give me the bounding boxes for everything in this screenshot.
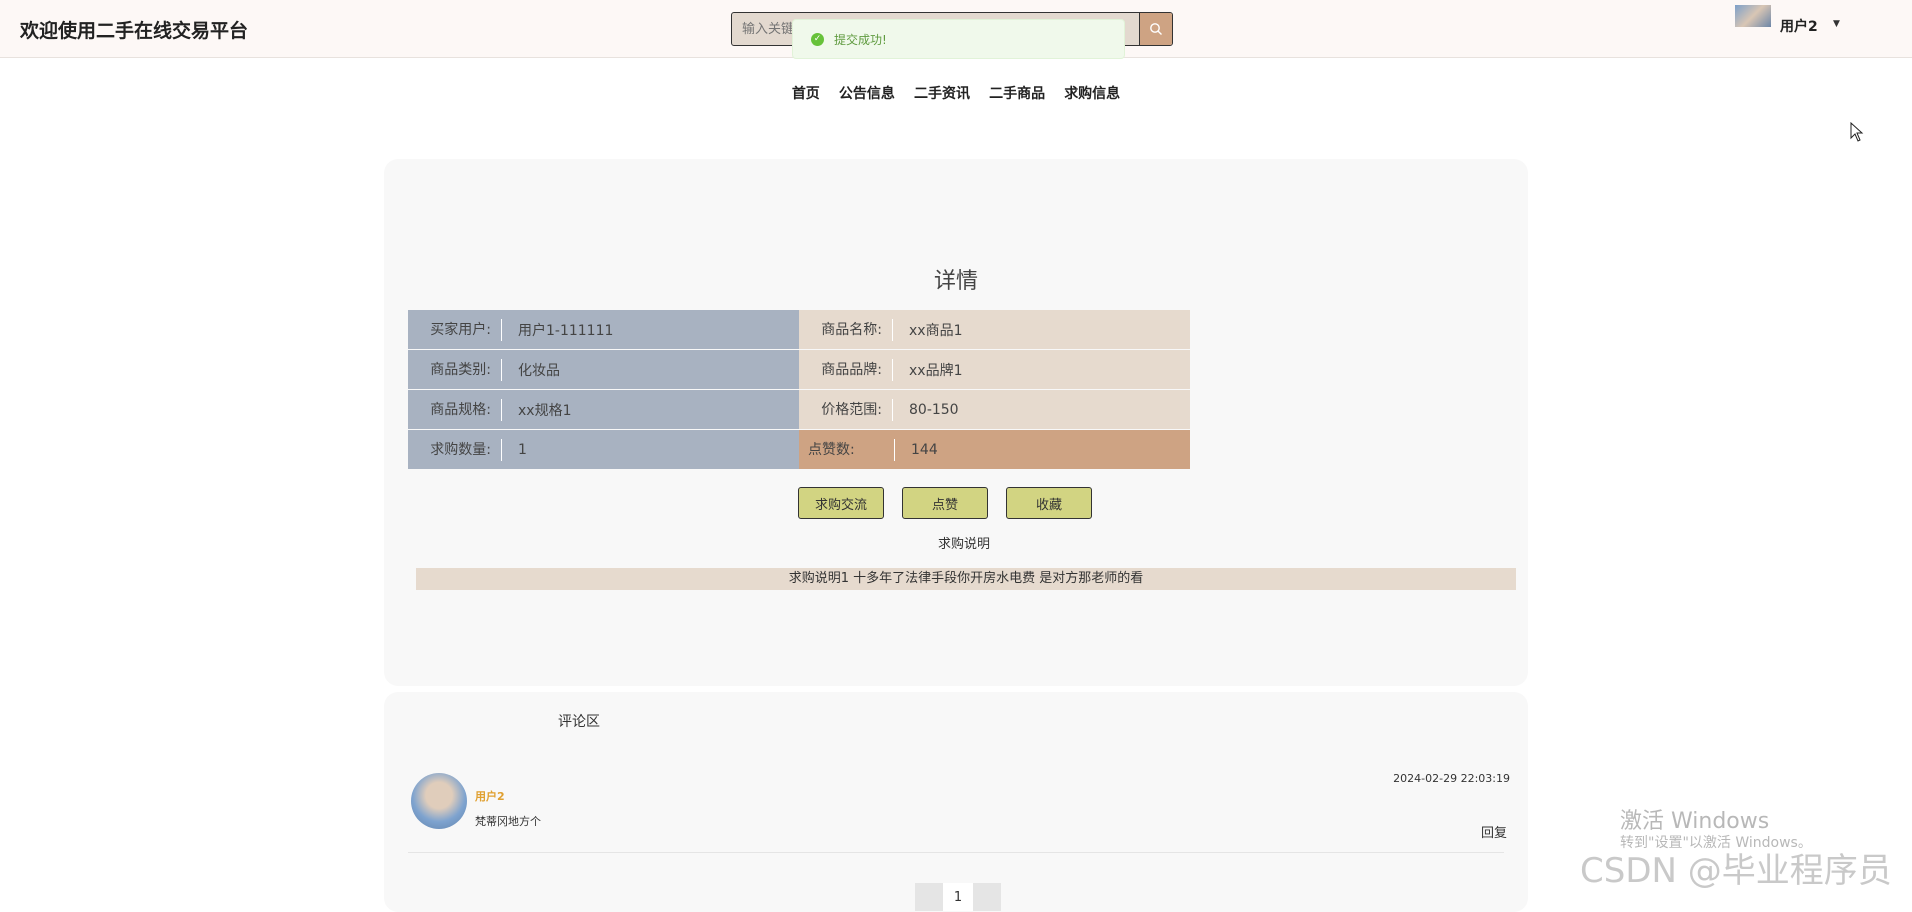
price-range-label: 价格范围:	[799, 398, 893, 421]
quantity-label: 求购数量:	[408, 438, 502, 461]
nav-item-news[interactable]: 二手资讯	[914, 83, 970, 103]
favorite-button[interactable]: 收藏	[1006, 487, 1092, 519]
check-circle-icon: ✓	[811, 32, 824, 46]
toast-message: 提交成功!	[834, 32, 887, 47]
nav-item-home[interactable]: 首页	[792, 83, 820, 103]
comment-card: 评论区 用户2 梵蒂冈地方个 2024-02-29 22:03:19 回复 1	[384, 692, 1528, 912]
comment-heading: 评论区	[558, 714, 600, 730]
buyer-label: 买家用户:	[408, 318, 502, 341]
info-cell: 价格范围: 80-150	[799, 390, 1190, 429]
next-page-button[interactable]	[973, 883, 1001, 911]
product-name-value: xx商品1	[909, 322, 963, 339]
mouse-cursor-icon	[1850, 122, 1864, 142]
pagination: 1	[915, 883, 1001, 911]
success-toast: ✓ 提交成功!	[792, 19, 1125, 59]
info-cell: 商品类别: 化妆品	[408, 350, 799, 389]
info-cell: 商品品牌: xx品牌1	[799, 350, 1190, 389]
action-buttons: 求购交流 点赞 收藏	[798, 487, 1092, 519]
quantity-value: 1	[518, 441, 527, 458]
spec-label: 商品规格:	[408, 398, 502, 421]
info-row: 商品规格: xx规格1 价格范围: 80-150	[408, 390, 1190, 429]
likes-label: 点赞数:	[799, 438, 895, 461]
detail-card: 详情 买家用户: 用户1-111111 商品名称: xx商品1 商品类别: 化妆…	[384, 159, 1528, 686]
comment-time: 2024-02-29 22:03:19	[1393, 772, 1510, 785]
info-cell: 商品规格: xx规格1	[408, 390, 799, 429]
nav-item-announcements[interactable]: 公告信息	[839, 83, 895, 103]
info-table: 买家用户: 用户1-111111 商品名称: xx商品1 商品类别: 化妆品 商…	[408, 310, 1190, 470]
info-cell: 求购数量: 1	[408, 430, 799, 469]
windows-activation-watermark: 激活 Windows	[1620, 809, 1770, 834]
exchange-button[interactable]: 求购交流	[798, 487, 884, 519]
comment-user: 用户2	[475, 790, 505, 803]
buyer-value: 用户1-111111	[518, 322, 614, 339]
description-text: 求购说明1 十多年了法律手段你开房水电费 是对方那老师的看	[416, 568, 1516, 590]
main-nav: 首页 公告信息 二手资讯 二手商品 求购信息	[0, 83, 1912, 103]
detail-title: 详情	[933, 269, 978, 294]
info-row: 商品类别: 化妆品 商品品牌: xx品牌1	[408, 350, 1190, 389]
user-name[interactable]: 用户2	[1780, 16, 1818, 36]
spec-value: xx规格1	[518, 402, 572, 419]
prev-page-button[interactable]	[915, 883, 943, 911]
price-range-value: 80-150	[909, 401, 959, 418]
brand-label: 商品品牌:	[799, 358, 893, 381]
csdn-watermark: CSDN @毕业程序员	[1580, 851, 1892, 891]
avatar	[411, 773, 467, 829]
site-title: 欢迎使用二手在线交易平台	[20, 20, 249, 42]
search-icon	[1150, 23, 1162, 35]
divider	[408, 852, 1504, 853]
info-row: 买家用户: 用户1-111111 商品名称: xx商品1	[408, 310, 1190, 349]
page-number[interactable]: 1	[943, 883, 973, 911]
nav-item-purchase[interactable]: 求购信息	[1064, 83, 1120, 103]
category-value: 化妆品	[518, 362, 560, 379]
category-label: 商品类别:	[408, 358, 502, 381]
comment-text: 梵蒂冈地方个	[475, 815, 541, 828]
info-cell: 商品名称: xx商品1	[799, 310, 1190, 349]
product-name-label: 商品名称:	[799, 318, 893, 341]
info-row: 求购数量: 1 点赞数: 144	[408, 430, 1190, 469]
chevron-down-icon[interactable]: ▼	[1833, 19, 1840, 29]
like-button[interactable]: 点赞	[902, 487, 988, 519]
info-cell: 点赞数: 144	[799, 430, 1190, 469]
info-cell: 买家用户: 用户1-111111	[408, 310, 799, 349]
reply-button[interactable]: 回复	[1481, 822, 1507, 841]
user-avatar[interactable]	[1735, 5, 1771, 27]
likes-value: 144	[911, 441, 938, 458]
nav-item-products[interactable]: 二手商品	[989, 83, 1045, 103]
brand-value: xx品牌1	[909, 362, 963, 379]
description-label: 求购说明	[937, 537, 990, 552]
search-button[interactable]	[1139, 13, 1172, 45]
